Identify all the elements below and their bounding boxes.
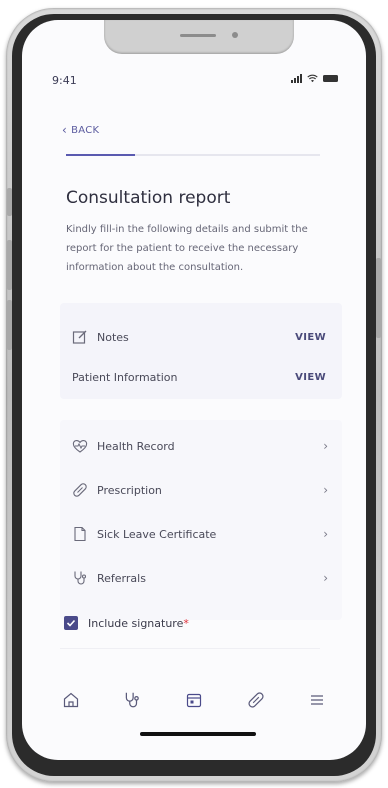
progress-track xyxy=(66,154,320,156)
required-mark: * xyxy=(183,616,189,630)
status-icons xyxy=(291,74,338,83)
menu-icon xyxy=(311,695,324,705)
pill-icon xyxy=(72,482,88,498)
page-description: Kindly fill-in the following details and… xyxy=(66,224,308,273)
list-item-label: Prescription xyxy=(97,483,162,497)
chevron-right-icon: › xyxy=(323,439,328,453)
notes-view-button[interactable]: VIEW xyxy=(295,332,326,343)
back-label: BACK xyxy=(71,124,100,136)
chevron-right-icon: › xyxy=(323,483,328,497)
progress-fill xyxy=(66,154,135,156)
document-icon xyxy=(72,526,88,542)
edit-note-icon xyxy=(72,329,88,345)
stethoscope-icon xyxy=(126,692,140,708)
tab-menu[interactable] xyxy=(306,689,328,711)
report-sections-card: Notes VIEW Patient Information VIEW xyxy=(60,303,342,399)
heart-pulse-icon xyxy=(72,438,88,454)
tab-home[interactable] xyxy=(60,689,82,711)
chevron-right-icon: › xyxy=(323,571,328,585)
back-button[interactable]: ‹ BACK xyxy=(62,123,99,137)
bottom-tab-bar xyxy=(22,680,366,720)
home-icon xyxy=(63,692,78,708)
status-time: 9:41 xyxy=(52,74,77,87)
list-item-label: Health Record xyxy=(97,439,175,453)
chevron-right-icon: › xyxy=(323,527,328,541)
chevron-left-icon: ‹ xyxy=(62,123,68,137)
list-item-sick-leave[interactable]: Sick Leave Certificate › xyxy=(60,518,342,550)
battery-icon xyxy=(323,75,338,82)
home-indicator[interactable] xyxy=(140,732,256,736)
notes-row[interactable]: Notes VIEW xyxy=(60,321,342,353)
notch xyxy=(104,20,294,54)
tab-calendar[interactable] xyxy=(183,689,205,711)
divider xyxy=(60,648,320,649)
patient-info-view-button[interactable]: VIEW xyxy=(295,372,326,383)
patient-info-row[interactable]: Patient Information VIEW xyxy=(60,361,342,393)
list-item-health-record[interactable]: Health Record › xyxy=(60,430,342,462)
tab-prescriptions[interactable] xyxy=(245,689,267,711)
speaker-grille xyxy=(180,34,216,37)
signal-icon xyxy=(291,74,302,83)
list-item-label: Referrals xyxy=(97,571,146,585)
list-item-label: Sick Leave Certificate xyxy=(97,527,217,541)
tab-consultations[interactable] xyxy=(121,689,143,711)
include-signature-row[interactable]: Include signature* xyxy=(64,616,189,630)
check-icon xyxy=(66,619,76,627)
list-item-prescription[interactable]: Prescription › xyxy=(60,474,342,506)
pill-icon xyxy=(248,692,264,708)
stethoscope-icon xyxy=(72,570,88,586)
wifi-icon xyxy=(307,74,318,83)
power-button xyxy=(376,258,381,338)
include-signature-checkbox[interactable] xyxy=(64,616,78,630)
front-camera xyxy=(232,32,238,38)
include-signature-label: Include signature* xyxy=(88,617,189,630)
list-item-referrals[interactable]: Referrals › xyxy=(60,562,342,594)
signature-label-text: Include signature xyxy=(88,616,184,630)
notes-label: Notes xyxy=(97,330,129,344)
patient-info-label: Patient Information xyxy=(72,370,178,384)
phone-screen: 9:41 ‹ BACK Consultation report Kindly f… xyxy=(22,20,366,760)
records-list-card: Health Record › Prescription › Sick Leav… xyxy=(60,420,342,620)
page-title: Consultation report xyxy=(66,188,231,208)
calendar-icon xyxy=(186,693,202,708)
